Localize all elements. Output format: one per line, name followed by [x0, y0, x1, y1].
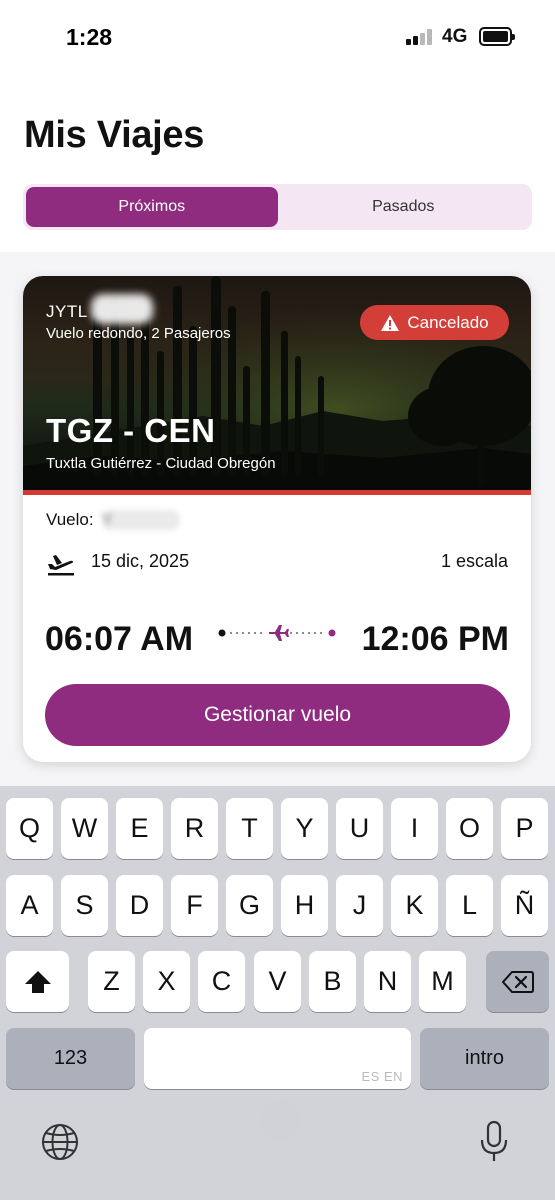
clock: 1:28	[66, 24, 113, 50]
backspace-key[interactable]	[486, 951, 549, 1012]
key-c[interactable]: C	[198, 951, 245, 1012]
warning-icon	[381, 314, 400, 331]
manage-flight-button[interactable]: Gestionar vuelo	[45, 684, 510, 746]
key-n[interactable]: N	[364, 951, 411, 1012]
globe-icon[interactable]	[40, 1122, 80, 1162]
key-d[interactable]: D	[116, 875, 163, 936]
battery-icon	[479, 27, 515, 46]
key-y[interactable]: Y	[281, 798, 328, 859]
key-i[interactable]: I	[391, 798, 438, 859]
status-divider	[23, 490, 531, 495]
return-key[interactable]: intro	[420, 1028, 549, 1089]
status-badge: Cancelado	[360, 305, 509, 340]
numbers-key[interactable]: 123	[6, 1028, 135, 1089]
status-label: Cancelado	[407, 312, 489, 332]
arrival-time: 12:06 PM	[361, 620, 509, 658]
key-q[interactable]: Q	[6, 798, 53, 859]
tab-past[interactable]: Pasados	[278, 187, 530, 227]
key-j[interactable]: J	[336, 875, 383, 936]
shift-key[interactable]	[6, 951, 69, 1012]
key-h[interactable]: H	[281, 875, 328, 936]
key-t[interactable]: T	[226, 798, 273, 859]
key-w[interactable]: W	[61, 798, 108, 859]
trip-type: Vuelo redondo, 2 Pasajeros	[46, 325, 231, 342]
key-v[interactable]: V	[254, 951, 301, 1012]
key-a[interactable]: A	[6, 875, 53, 936]
key-g[interactable]: G	[226, 875, 273, 936]
status-bar: 1:28 4G	[0, 0, 555, 70]
key-f[interactable]: F	[171, 875, 218, 936]
route-codes: TGZ - CEN	[46, 412, 216, 449]
flight-number: Vuelo: Y	[46, 510, 180, 530]
key-k[interactable]: K	[391, 875, 438, 936]
flight-path-icon	[218, 625, 336, 641]
cellular-signal-icon	[406, 29, 432, 45]
microphone-icon[interactable]	[478, 1120, 510, 1164]
redacted-flight-number: Y	[101, 510, 180, 530]
network-type: 4G	[442, 26, 468, 47]
takeoff-icon	[48, 555, 74, 576]
space-key[interactable]: ES EN	[144, 1028, 411, 1089]
route-cities: Tuxtla Gutiérrez - Ciudad Obregón	[46, 455, 276, 472]
key-z[interactable]: Z	[88, 951, 135, 1012]
stops-count: 1 escala	[440, 551, 508, 571]
key-m[interactable]: M	[419, 951, 466, 1012]
language-hint: ES EN	[361, 1069, 403, 1084]
key-u[interactable]: U	[336, 798, 383, 859]
key-p[interactable]: P	[501, 798, 548, 859]
keyboard: Q W E R T Y U I O P A S D F G H J K L Ñ …	[0, 786, 555, 1200]
key-b[interactable]: B	[309, 951, 356, 1012]
tab-upcoming[interactable]: Próximos	[26, 187, 278, 227]
key-l[interactable]: L	[446, 875, 493, 936]
backspace-icon	[501, 970, 534, 993]
booking-code: JYTL	[46, 302, 88, 321]
key-o[interactable]: O	[446, 798, 493, 859]
shift-arrow-icon	[24, 970, 51, 993]
key-s[interactable]: S	[61, 875, 108, 936]
key-n-tilde[interactable]: Ñ	[501, 875, 548, 936]
flight-date: 15 dic, 2025	[91, 551, 190, 571]
departure-time: 06:07 AM	[45, 620, 194, 658]
page-title: Mis Viajes	[24, 114, 205, 156]
key-e[interactable]: E	[116, 798, 163, 859]
trip-card[interactable]: JYTL Vuelo redondo, 2 Pasajeros Cancelad…	[23, 276, 531, 762]
key-x[interactable]: X	[143, 951, 190, 1012]
trips-segmented-control: Próximos Pasados	[23, 184, 532, 230]
dictation-ghost	[261, 1101, 301, 1141]
key-r[interactable]: R	[171, 798, 218, 859]
redacted-area	[91, 294, 153, 324]
flight-label: Vuelo:	[46, 510, 94, 529]
